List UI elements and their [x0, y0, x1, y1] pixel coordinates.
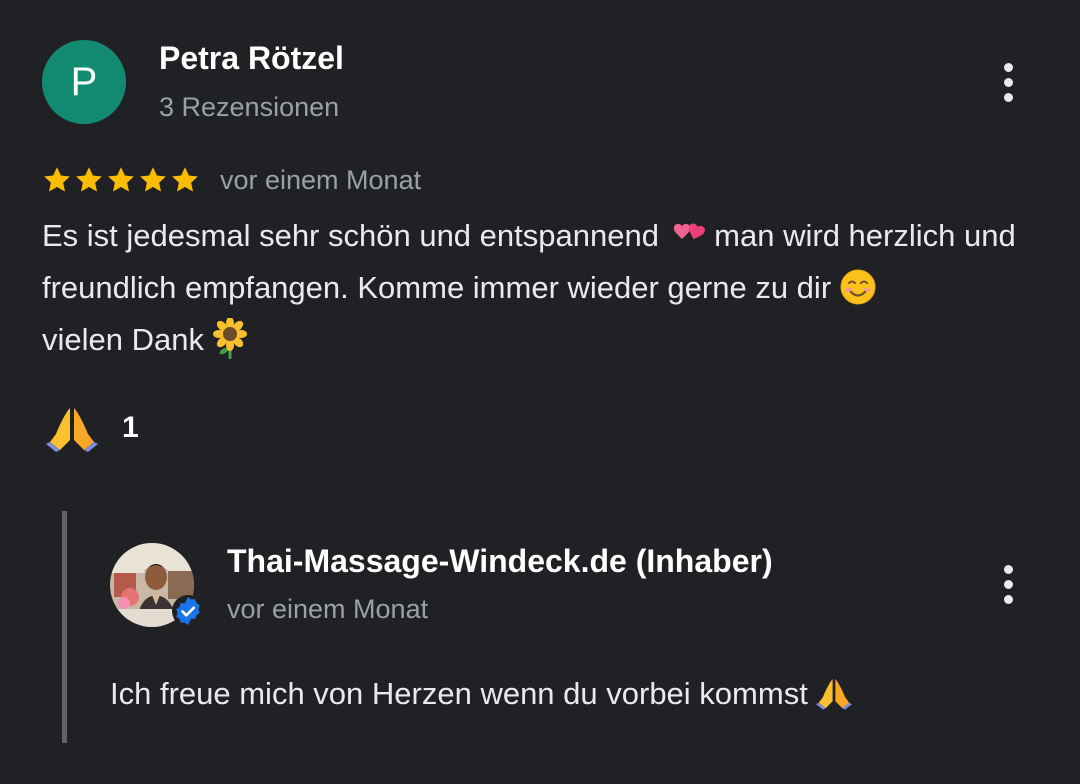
- reaction-button[interactable]: 1: [46, 404, 139, 452]
- star-rating: [42, 165, 200, 195]
- reply-time: vor einem Monat: [227, 594, 429, 624]
- reviewer-avatar[interactable]: P: [42, 40, 126, 124]
- reply-text: Ich freue mich von Herzen wenn du vorbei…: [110, 668, 853, 720]
- folded-hands-icon: [816, 678, 853, 710]
- sunflower-icon: [212, 317, 247, 359]
- review-card: P Petra Rötzel 3 Rezensionen vor einem M…: [0, 0, 1080, 784]
- smiling-face-icon: [840, 269, 876, 305]
- rating-row: vor einem Monat: [42, 162, 421, 198]
- more-vert-icon: [1003, 62, 1013, 72]
- review-time: vor einem Monat: [220, 164, 422, 195]
- review-text: Es ist jedesmal sehr schön und entspanne…: [42, 210, 1042, 366]
- star-icon: [44, 167, 70, 192]
- star-icon: [172, 167, 198, 192]
- reaction-count: 1: [122, 411, 139, 444]
- more-vert-icon: [1003, 564, 1013, 574]
- star-icon: [108, 167, 134, 192]
- reply-indicator-bar: [62, 511, 67, 743]
- reviewer-name[interactable]: Petra Rötzel: [159, 40, 344, 77]
- reply-more-options-button[interactable]: [988, 560, 1028, 608]
- reviewer-review-count[interactable]: 3 Rezensionen: [159, 92, 339, 123]
- folded-hands-icon: [46, 408, 98, 452]
- two-hearts-icon: [673, 223, 705, 240]
- star-icon: [140, 167, 166, 192]
- owner-name[interactable]: Thai-Massage-Windeck.de (Inhaber): [227, 543, 773, 580]
- verified-badge-icon: [172, 595, 204, 627]
- star-icon: [76, 167, 102, 192]
- review-more-options-button[interactable]: [988, 58, 1028, 106]
